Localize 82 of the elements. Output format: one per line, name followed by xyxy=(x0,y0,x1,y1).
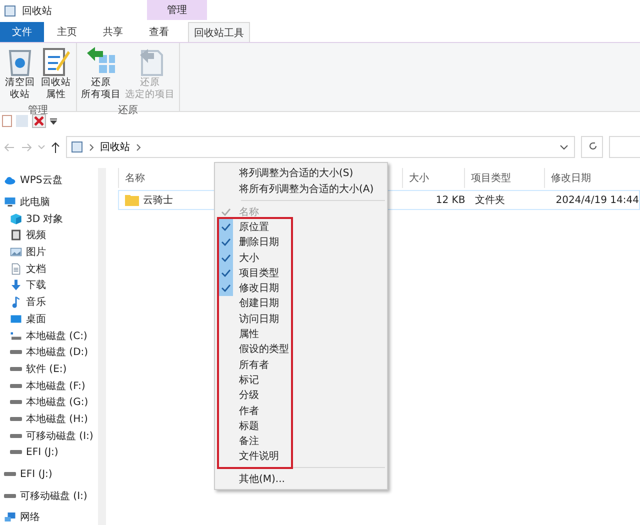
sidebar-item[interactable]: EFI (J:) xyxy=(0,466,98,482)
sidebar-item[interactable]: 可移动磁盘 (I:) xyxy=(0,427,98,444)
menu-item[interactable]: 访问日期 xyxy=(215,311,387,326)
menu-item[interactable]: 所有者 xyxy=(215,356,387,372)
menu-item[interactable]: 标题 xyxy=(215,418,387,434)
ribbon-tab[interactable]: 文件 xyxy=(0,22,44,42)
chevron-icon xyxy=(136,144,141,150)
menu-item[interactable]: 文件说明 xyxy=(215,448,387,464)
drive-icon xyxy=(4,494,16,498)
column-header[interactable]: 大小 xyxy=(402,168,464,188)
sidebar-item[interactable]: 此电脑 xyxy=(0,194,98,210)
recent-dropdown[interactable] xyxy=(38,145,45,149)
folder-icon xyxy=(125,194,139,206)
sidebar-item[interactable]: 视频 xyxy=(0,227,98,244)
menu-item[interactable]: 分级 xyxy=(215,388,387,403)
sidebar-item[interactable]: WPS云盘 xyxy=(0,172,98,189)
sidebar-item[interactable]: 可移动磁盘 (I:) xyxy=(0,487,98,504)
sidebar-item[interactable]: 本地磁盘 (H:) xyxy=(0,410,98,428)
sidebar-item[interactable]: 网络 xyxy=(0,509,98,525)
table-cell-text: 2024/4/19 14:44 xyxy=(554,194,639,206)
drive-icon xyxy=(10,416,22,421)
ribbon-tab[interactable]: 查看 xyxy=(136,22,182,42)
sidebar-item[interactable]: 软件 (E:) xyxy=(0,360,98,378)
menu-item[interactable]: 大小 xyxy=(215,250,387,266)
group-label: 管理 xyxy=(28,104,48,118)
ribbon-tab[interactable]: 共享 xyxy=(90,22,136,42)
sidebar-item[interactable]: 图片 xyxy=(0,244,98,260)
menu-item[interactable]: 作者 xyxy=(215,402,387,418)
menu-item[interactable]: 标记 xyxy=(215,372,387,388)
ribbon-tab[interactable]: 回收站工具 xyxy=(188,22,250,42)
sidebar-item[interactable]: 下载 xyxy=(0,277,98,294)
menu-item[interactable]: 其他(M)... xyxy=(215,471,387,488)
address-bar[interactable]: 回收站 xyxy=(66,136,575,158)
drive-icon xyxy=(10,350,22,354)
document-icon xyxy=(10,260,22,277)
ribbon-button[interactable]: 回收站 属性 xyxy=(39,43,73,103)
table-cell-text: 12 KB xyxy=(434,194,466,206)
drive-icon xyxy=(4,472,16,476)
sidebar-item[interactable]: 本地磁盘 (F:) xyxy=(0,377,98,394)
up-button[interactable] xyxy=(51,142,60,152)
film-icon xyxy=(10,227,22,244)
column-header[interactable]: 项目类型 xyxy=(464,168,544,188)
drive-icon xyxy=(10,400,22,404)
drive-icon xyxy=(10,450,22,454)
refresh-button[interactable] xyxy=(581,136,603,158)
menu-item[interactable]: 备注 xyxy=(215,433,387,449)
ribbon-button[interactable]: 清空回 收站 xyxy=(3,43,37,103)
drive-icon xyxy=(10,384,22,388)
forward-button[interactable] xyxy=(21,142,32,152)
menu-item[interactable]: 假设的类型 xyxy=(215,342,387,357)
ribbon-tab[interactable]: 主页 xyxy=(44,22,90,42)
chevron-down-icon[interactable] xyxy=(560,144,568,150)
sidebar-item[interactable]: EFI (J:) xyxy=(0,444,98,461)
refresh-icon xyxy=(588,140,598,150)
chevron-icon xyxy=(89,144,94,150)
sidebar-item[interactable]: 3D 对象 xyxy=(0,210,98,228)
drive-icon xyxy=(10,366,22,371)
menu-item[interactable]: 删除日期 xyxy=(215,234,387,250)
sidebar-item[interactable]: 桌面 xyxy=(0,310,98,328)
menu-item[interactable]: 属性 xyxy=(215,326,387,342)
menu-item[interactable]: 创建日期 xyxy=(215,296,387,312)
column-header[interactable]: 修改日期 xyxy=(544,168,624,188)
menu-item[interactable]: 修改日期 xyxy=(215,280,387,296)
dropdown-icon[interactable] xyxy=(50,118,57,124)
menu-item[interactable]: 项目类型 xyxy=(215,265,387,280)
sidebar-item[interactable]: 本地磁盘 (G:) xyxy=(0,394,98,411)
delete-icon[interactable] xyxy=(32,114,46,128)
sidebar-item[interactable]: 文档 xyxy=(0,260,98,278)
menu-item[interactable]: 原位置 xyxy=(215,219,387,235)
sidebar-item[interactable]: 音乐 xyxy=(0,294,98,310)
sidebar-item[interactable]: 本地磁盘 (D:) xyxy=(0,344,98,361)
back-button[interactable] xyxy=(4,142,15,152)
breadcrumb[interactable]: 回收站 xyxy=(100,140,130,154)
context-tab-header: 管理 xyxy=(147,0,207,20)
music-note-icon xyxy=(10,294,22,310)
drive-icon xyxy=(10,434,22,438)
sidebar-item[interactable]: 本地磁盘 (C:) xyxy=(0,327,98,344)
window-title: 回收站 xyxy=(22,4,52,18)
search-field[interactable] xyxy=(609,136,640,158)
group-label: 还原 xyxy=(118,104,138,118)
table-cell-text: 文件夹 xyxy=(474,194,506,207)
ribbon-button[interactable]: 还原 所有项目 xyxy=(80,43,122,103)
